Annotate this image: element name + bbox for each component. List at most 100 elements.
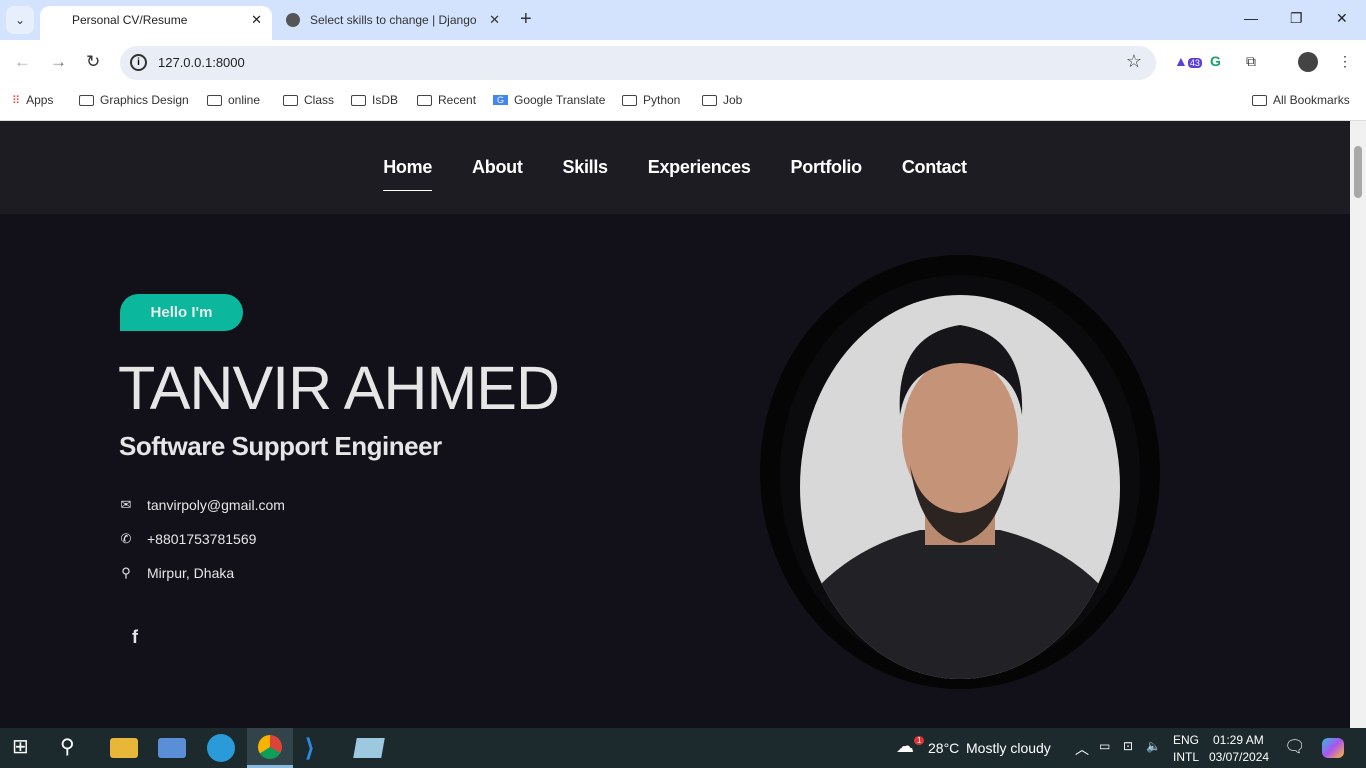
tab-title: Select skills to change | Django <box>310 13 477 27</box>
bookmark-online[interactable]: online <box>207 93 260 107</box>
bookmark-label: All Bookmarks <box>1273 93 1350 107</box>
start-windows-icon[interactable]: ⊞ <box>12 734 40 762</box>
page-scrollbar[interactable] <box>1350 121 1366 728</box>
phone-text: +8801753781569 <box>147 531 257 547</box>
weather-badge: 1 <box>914 736 925 745</box>
close-tab-icon[interactable]: ✕ <box>489 6 500 34</box>
menu-icon[interactable]: ⋮ <box>1338 53 1352 70</box>
network-icon[interactable]: ⊡ <box>1123 739 1133 753</box>
facebook-icon[interactable]: f <box>132 627 138 648</box>
tab-strip: ⌄ Personal CV/Resume ✕ Select skills to c… <box>0 0 1366 40</box>
back-icon[interactable]: ← <box>14 52 31 72</box>
edge-icon[interactable] <box>207 734 235 762</box>
folder-icon <box>1252 94 1267 106</box>
weather-cloud-icon[interactable]: ☁ 1 <box>896 736 925 757</box>
address-bar[interactable]: i 127.0.0.1:8000 ☆ <box>120 46 1156 80</box>
tab-cv[interactable]: Personal CV/Resume ✕ <box>40 6 272 40</box>
all-bookmarks[interactable]: All Bookmarks <box>1252 93 1350 107</box>
nav-skills[interactable]: Skills <box>563 157 609 191</box>
bookmark-google-translate[interactable]: G Google Translate <box>493 93 605 107</box>
bookmark-class[interactable]: Class <box>283 93 334 107</box>
chrome-taskbar-button[interactable] <box>247 728 293 768</box>
location-text: Mirpur, Dhaka <box>147 565 235 581</box>
restore-button[interactable]: ❐ <box>1290 10 1303 27</box>
hero-name: TANVIR AHMED <box>118 354 560 422</box>
tab-django[interactable]: Select skills to change | Django ✕ <box>280 6 510 40</box>
chrome-icon <box>258 735 282 759</box>
bookmark-label: Recent <box>438 93 477 107</box>
close-tab-icon[interactable]: ✕ <box>251 6 262 34</box>
nav-home[interactable]: Home <box>383 157 432 191</box>
bookmark-label: Class <box>304 93 335 107</box>
remote-desktop-icon[interactable] <box>158 738 186 758</box>
volume-icon[interactable]: 🔈 <box>1146 739 1161 753</box>
hero-role: Software Support Engineer <box>119 431 442 461</box>
bookmark-python[interactable]: Python <box>622 93 680 107</box>
vscode-icon[interactable]: ⟩ <box>305 734 333 762</box>
clock-date[interactable]: 03/07/2024 <box>1209 750 1269 764</box>
scrollbar-thumb[interactable] <box>1354 146 1362 198</box>
email-text: tanvirpoly@gmail.com <box>147 497 285 513</box>
bookmark-label: IsDB <box>372 93 399 107</box>
nav-contact[interactable]: Contact <box>902 157 967 191</box>
bookmark-label: Job <box>723 93 743 107</box>
clock-time[interactable]: 01:29 AM <box>1213 733 1264 747</box>
language-primary[interactable]: ENG <box>1173 733 1199 747</box>
grammarly-icon[interactable]: G <box>1210 53 1221 69</box>
weather-temp[interactable]: 28°C <box>928 740 959 756</box>
bookmark-label: Apps <box>26 93 54 107</box>
bookmark-label: Graphics Design <box>100 93 189 107</box>
language-secondary[interactable]: INTL <box>1173 750 1199 764</box>
bookmark-label: Python <box>643 93 681 107</box>
extensions-puzzle-icon[interactable]: ⧉ <box>1246 53 1256 70</box>
bookmark-isdb[interactable]: IsDB <box>351 93 398 107</box>
forward-icon[interactable]: → <box>50 52 67 72</box>
folder-icon <box>283 94 298 106</box>
bookmark-apps[interactable]: ⠿ Apps <box>12 93 53 107</box>
reload-icon[interactable]: ↻ <box>86 52 100 72</box>
copilot-icon[interactable] <box>1322 738 1344 758</box>
bookmarks-bar: ⠿ Apps Graphics Design online Class IsDB … <box>0 86 1366 121</box>
folder-icon <box>622 94 637 106</box>
contact-email: ✉ tanvirpoly@gmail.com <box>119 497 285 513</box>
taskbar: ⊞ ⚲ ⟩ ☁ 1 28°C Mostly cloudy ︿ ▭ ⊡ 🔈 ENG … <box>0 728 1366 768</box>
site-info-icon[interactable]: i <box>130 54 147 71</box>
extension-badge: 43 <box>1187 58 1202 68</box>
web-page: Home About Skills Experiences Portfolio … <box>0 121 1350 728</box>
google-translate-icon: G <box>493 95 508 105</box>
tab-title: Personal CV/Resume <box>72 13 188 27</box>
search-icon[interactable]: ⚲ <box>60 734 88 762</box>
apps-grid-icon: ⠿ <box>12 94 21 107</box>
tab-search-button[interactable]: ⌄ <box>6 6 34 34</box>
site-nav: Home About Skills Experiences Portfolio … <box>0 121 1350 214</box>
nav-experiences[interactable]: Experiences <box>648 157 751 191</box>
notepad-icon[interactable] <box>353 738 385 758</box>
bookmark-job[interactable]: Job <box>702 93 742 107</box>
new-tab-button[interactable]: + <box>520 8 532 31</box>
battery-icon[interactable]: ▭ <box>1099 739 1110 753</box>
notifications-icon[interactable]: 🗨 <box>1284 737 1306 757</box>
bookmark-recent[interactable]: Recent <box>417 93 476 107</box>
nav-about[interactable]: About <box>472 157 523 191</box>
bookmark-label: online <box>228 93 261 107</box>
globe-icon <box>286 13 300 27</box>
file-explorer-icon[interactable] <box>110 738 138 758</box>
bookmark-graphics-design[interactable]: Graphics Design <box>79 93 189 107</box>
show-hidden-icons[interactable]: ︿ <box>1075 739 1089 759</box>
browser-toolbar: ← → ↻ i 127.0.0.1:8000 ☆ ▲ 43 G ⧉ ⋮ <box>0 40 1366 86</box>
weather-desc[interactable]: Mostly cloudy <box>966 740 1051 756</box>
bookmark-star-icon[interactable]: ☆ <box>1126 51 1142 72</box>
envelope-icon: ✉ <box>120 497 132 512</box>
minimize-button[interactable]: — <box>1244 10 1258 26</box>
url-text: 127.0.0.1:8000 <box>158 55 245 70</box>
contact-location: ⚲ Mirpur, Dhaka <box>119 565 234 581</box>
contact-phone: ✆ +8801753781569 <box>119 531 257 547</box>
extension-icon[interactable]: ▲ 43 <box>1174 53 1202 69</box>
nav-portfolio[interactable]: Portfolio <box>791 157 863 191</box>
profile-photo <box>800 295 1120 679</box>
greeting-badge: Hello I'm <box>120 294 243 331</box>
folder-icon <box>79 94 94 106</box>
folder-icon <box>351 94 366 106</box>
close-window-button[interactable]: ✕ <box>1336 10 1348 27</box>
profile-avatar[interactable] <box>1298 52 1318 72</box>
